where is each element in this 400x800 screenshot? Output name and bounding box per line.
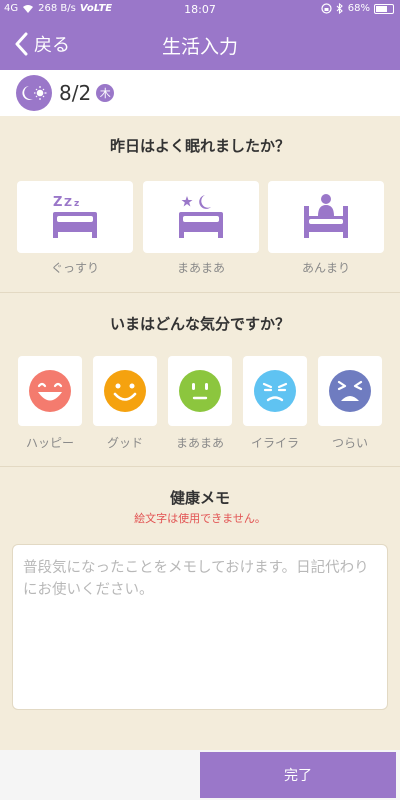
section-divider	[0, 292, 400, 293]
svg-text:Z: Z	[53, 195, 62, 210]
sleep-label-average: まあまあ	[176, 261, 225, 275]
mood-label-painful: つらい	[331, 436, 368, 450]
mood-question: いまはどんな気分ですか？	[109, 315, 290, 333]
neutral-face-icon	[179, 370, 221, 412]
mood-label-so-so: まあまあ	[175, 436, 224, 450]
mood-label-good: グッド	[106, 436, 143, 450]
lock-rotation-icon	[321, 3, 332, 14]
mood-option-happy[interactable]	[18, 356, 82, 426]
mood-label-happy: ハッピー	[25, 436, 74, 450]
sleep-option-average[interactable]	[143, 181, 259, 253]
mood-label-irritated: イライラ	[250, 436, 299, 450]
date-bar: 8/2 木	[0, 70, 400, 116]
mood-option-painful[interactable]	[318, 356, 382, 426]
day-night-icon	[16, 75, 52, 111]
sleep-option-deep[interactable]: Z Z z	[17, 181, 133, 253]
bed-person-sitting-icon	[304, 194, 348, 238]
sleep-label-deep: ぐっすり	[50, 261, 99, 275]
page-title: 生活入力	[161, 36, 238, 58]
mood-option-good[interactable]	[93, 356, 157, 426]
mood-option-so-so[interactable]	[168, 356, 232, 426]
svg-text:Z: Z	[64, 196, 72, 209]
section-divider	[0, 466, 400, 467]
bluetooth-icon	[336, 3, 343, 14]
weekday-badge: 木	[96, 84, 115, 102]
nav-bar: 戻る 生活入力	[0, 20, 400, 70]
battery-percent: 68%	[347, 3, 370, 14]
sleep-question: 昨日はよく眠れましたか？	[109, 137, 290, 155]
happy-face-icon	[29, 370, 71, 412]
memo-warning: 絵文字は使用できません。	[134, 512, 266, 525]
sleep-label-poor: あんまり	[301, 261, 350, 275]
bed-zzz-icon: Z Z z	[53, 195, 97, 238]
memo-title: 健康メモ	[169, 489, 230, 507]
bed-moon-icon	[179, 195, 223, 238]
status-bar: 4G 268 B/s VoLTE 18:07 68%	[0, 0, 400, 20]
painful-face-icon	[329, 370, 371, 412]
svg-text:z: z	[74, 199, 79, 209]
done-button[interactable]: 完了	[200, 752, 396, 798]
sleep-option-poor[interactable]	[268, 181, 384, 253]
date-label: 8/2	[59, 81, 92, 105]
memo-textarea[interactable]	[12, 544, 388, 710]
annoyed-face-icon	[254, 370, 296, 412]
battery-icon	[374, 3, 394, 14]
smile-face-icon	[104, 370, 146, 412]
mood-option-irritated[interactable]	[243, 356, 307, 426]
